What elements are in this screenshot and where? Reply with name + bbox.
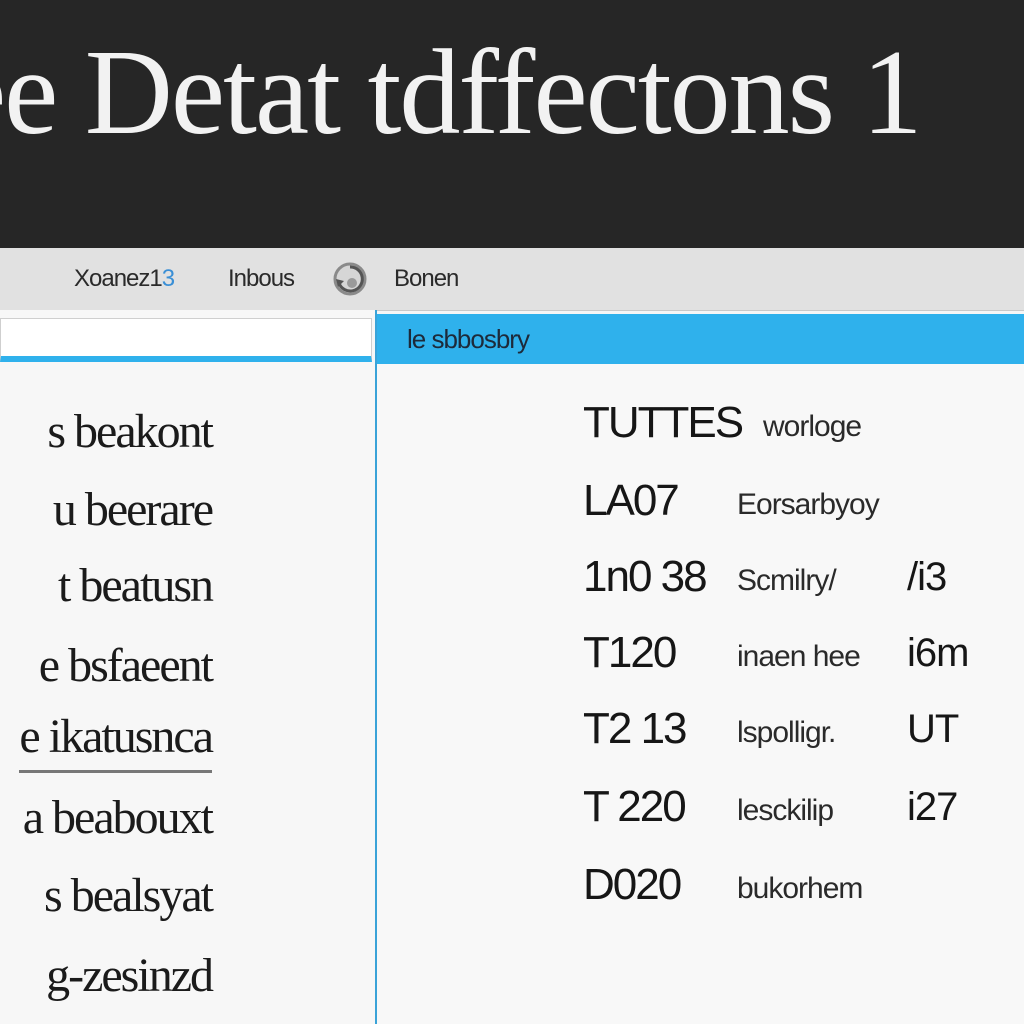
list-item[interactable]: s beakont — [47, 402, 214, 462]
table-row[interactable]: TUTTES worloge — [377, 388, 1024, 458]
row-desc: Scmilry/ — [737, 564, 837, 597]
row-extra: i27 — [907, 785, 958, 829]
title-bar: ee Detat tdffectons 1 — [0, 0, 1024, 248]
row-id: T2 13 — [583, 704, 688, 753]
row-id: 1n0 38 — [583, 552, 708, 601]
row-desc: Eorsarbyoy — [737, 488, 880, 521]
toolbar-item-2[interactable]: Inbous — [228, 264, 295, 294]
table-row[interactable]: T2 13 lspolligr. UT — [377, 694, 1024, 764]
table-header-label: le sbbosbry — [407, 324, 530, 354]
list-item[interactable]: u beerare — [53, 480, 214, 540]
list-item[interactable]: e bsfaeent — [39, 636, 214, 696]
toolbar-item-1[interactable]: Xoanez13 — [74, 264, 175, 294]
list-item[interactable]: s bealsyat — [44, 866, 214, 926]
row-desc: lesckilip — [737, 794, 834, 827]
row-desc: worloge — [763, 410, 862, 443]
table-row[interactable]: T120 inaen hee i6m — [377, 618, 1024, 688]
row-extra: i6m — [907, 631, 969, 675]
list-item[interactable]: g-zesinzd — [46, 946, 214, 1006]
toolbar-item-1-accent: 3 — [161, 265, 175, 292]
toolbar-item-1-label: Xoanez1 — [74, 265, 163, 292]
search-input[interactable] — [0, 318, 372, 362]
table-row[interactable]: LA07 Eorsarbyoy — [377, 466, 1024, 536]
list-item[interactable]: e ikatusnca — [19, 710, 214, 773]
row-desc: bukorhem — [737, 872, 863, 905]
row-id: T120 — [583, 628, 677, 677]
table-row[interactable]: D020 bukorhem — [377, 850, 1024, 920]
toolbar-item-3[interactable]: Bonen — [394, 264, 459, 294]
row-id: D020 — [583, 860, 682, 909]
app-window: ee Detat tdffectons 1 Xoanez13 Inbous Bo… — [0, 0, 1024, 1024]
row-extra: UT — [907, 707, 959, 751]
toolbar: Xoanez13 Inbous Bonen — [0, 248, 1024, 311]
left-pane: s beakont u beerare t beatusn e bsfaeent… — [0, 310, 377, 1024]
window-title: ee Detat tdffectons 1 — [0, 25, 923, 160]
row-id: LA07 — [583, 476, 680, 525]
list-item[interactable]: a beabouxt — [23, 788, 214, 848]
table-row[interactable]: 1n0 38 Scmilry/ /i3 — [377, 542, 1024, 612]
row-desc: inaen hee — [737, 640, 861, 673]
row-extra: /i3 — [907, 555, 947, 599]
table-header: le sbbosbry — [377, 314, 1024, 364]
row-id: TUTTES — [583, 398, 744, 447]
table-row[interactable]: T 220 lesckilip i27 — [377, 772, 1024, 842]
row-id: T 220 — [583, 782, 687, 831]
refresh-icon[interactable] — [330, 259, 370, 299]
details-pane: TUTTES worloge LA07 Eorsarbyoy 1n0 38 Sc… — [377, 364, 1024, 1024]
list-item[interactable]: t beatusn — [58, 556, 214, 616]
row-desc: lspolligr. — [737, 716, 836, 749]
